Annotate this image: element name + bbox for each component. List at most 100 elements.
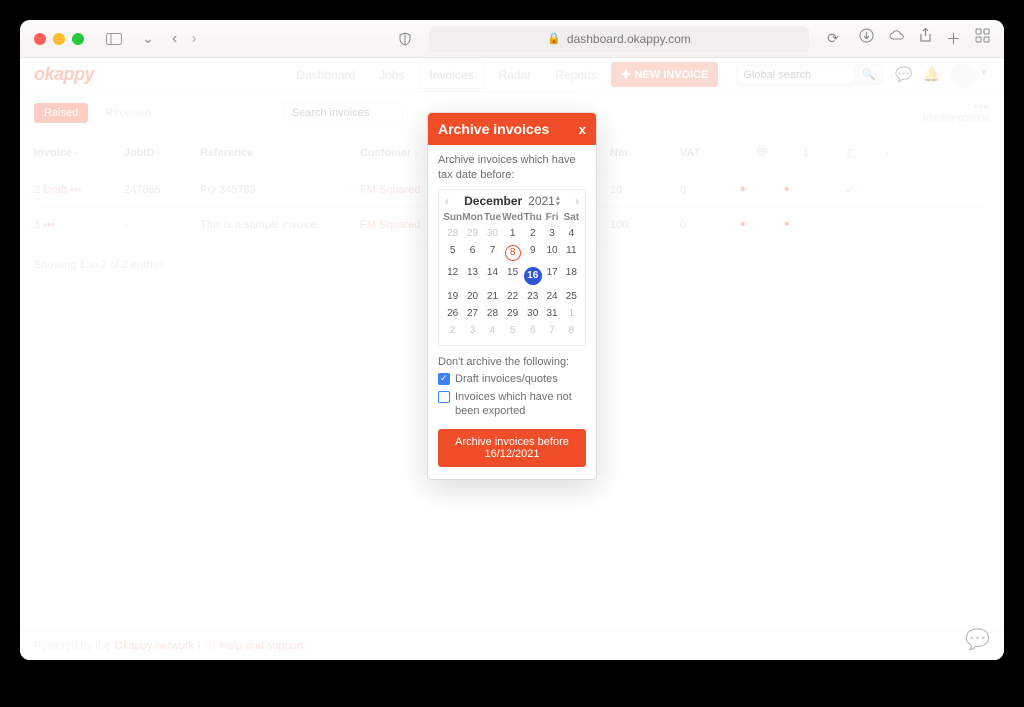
global-search-button[interactable]: 🔍 bbox=[856, 64, 883, 85]
calendar-day[interactable]: 27 bbox=[462, 305, 483, 322]
nav-jobs[interactable]: Jobs bbox=[369, 62, 414, 88]
th-download-icon[interactable]: ⬇ bbox=[784, 145, 828, 161]
reload-icon[interactable]: ⟳ bbox=[823, 29, 843, 49]
calendar-day[interactable]: 19 bbox=[443, 288, 462, 305]
datepicker-month[interactable]: December bbox=[464, 194, 522, 208]
th-print-icon[interactable]: 🖶 bbox=[740, 142, 784, 164]
calendar-day: 3 bbox=[462, 322, 483, 339]
modal-close-button[interactable]: x bbox=[579, 122, 586, 137]
calendar-day[interactable]: 8 bbox=[502, 242, 523, 264]
cell-print-status[interactable]: • bbox=[740, 181, 784, 199]
nav-dashboard[interactable]: Dashboard bbox=[286, 62, 365, 88]
th-vat[interactable]: VAT bbox=[680, 147, 740, 159]
calendar-day[interactable]: 30 bbox=[523, 305, 542, 322]
new-invoice-button[interactable]: ✚NEW INVOICE bbox=[611, 62, 718, 87]
user-avatar[interactable] bbox=[950, 62, 976, 88]
calendar-day[interactable]: 25 bbox=[562, 288, 581, 305]
nav-reports[interactable]: Reports bbox=[545, 62, 607, 88]
exclude-unexported-checkbox[interactable] bbox=[438, 391, 450, 403]
datepicker-year[interactable]: 2021 ▴▾ bbox=[528, 194, 560, 208]
calendar-day[interactable]: 26 bbox=[443, 305, 462, 322]
th-reference[interactable]: Reference bbox=[200, 147, 360, 159]
th-invoice[interactable]: Invoice bbox=[34, 147, 124, 159]
sidebar-toggle-icon[interactable] bbox=[100, 29, 128, 49]
calendar-day[interactable]: 17 bbox=[542, 264, 561, 288]
chevron-down-icon[interactable]: ⌄ bbox=[138, 29, 158, 49]
exclude-unexported-row[interactable]: Invoices which have not been exported bbox=[438, 390, 586, 419]
minimize-window-button[interactable] bbox=[53, 33, 65, 45]
chat-bubble-icon[interactable]: 💬 bbox=[965, 627, 990, 652]
bell-icon[interactable]: 🔔 bbox=[923, 66, 940, 83]
url-text: dashboard.okappy.com bbox=[567, 32, 691, 46]
dow-header: Sat bbox=[562, 210, 581, 225]
cloud-icon[interactable] bbox=[888, 28, 905, 49]
cell-invoice[interactable]: 2 Draft ••• bbox=[34, 184, 124, 196]
cell-net: 10 bbox=[610, 184, 680, 196]
calendar-day[interactable]: 4 bbox=[562, 225, 581, 242]
calendar-day[interactable]: 13 bbox=[462, 264, 483, 288]
cell-check[interactable]: ✓ bbox=[828, 182, 872, 198]
calendar-day[interactable]: 20 bbox=[462, 288, 483, 305]
chat-icon[interactable]: 💬 bbox=[895, 66, 912, 83]
calendar-day[interactable]: 23 bbox=[523, 288, 542, 305]
calendar-day: 4 bbox=[483, 322, 502, 339]
maximize-window-button[interactable] bbox=[72, 33, 84, 45]
calendar-day[interactable]: 3 bbox=[542, 225, 561, 242]
exclude-drafts-checkbox[interactable] bbox=[438, 373, 450, 385]
tab-raised[interactable]: Raised bbox=[34, 103, 88, 123]
calendar-day[interactable]: 18 bbox=[562, 264, 581, 288]
nav-back-button[interactable]: ‹ bbox=[172, 30, 177, 48]
prev-month-button[interactable]: ‹ bbox=[445, 194, 449, 208]
calendar-day[interactable]: 10 bbox=[542, 242, 561, 264]
next-month-button[interactable]: › bbox=[575, 194, 579, 208]
th-expand-icon[interactable]: › bbox=[872, 146, 902, 161]
tab-overview-icon[interactable] bbox=[975, 28, 990, 49]
calendar-day[interactable]: 7 bbox=[483, 242, 502, 264]
cell-jobid: - bbox=[124, 219, 200, 231]
th-net[interactable]: Net bbox=[610, 147, 680, 159]
footer-help-link[interactable]: Help and support bbox=[220, 640, 304, 652]
calendar-day[interactable]: 28 bbox=[483, 305, 502, 322]
cell-download-status[interactable]: • bbox=[784, 216, 828, 234]
calendar-day[interactable]: 12 bbox=[443, 264, 462, 288]
footer-network-link[interactable]: Okappy network bbox=[114, 640, 193, 652]
cell-download-status[interactable]: • bbox=[784, 181, 828, 199]
calendar-day[interactable]: 29 bbox=[502, 305, 523, 322]
calendar-day[interactable]: 2 bbox=[523, 225, 542, 242]
th-pound-icon[interactable]: £ bbox=[828, 146, 872, 161]
calendar-day[interactable]: 9 bbox=[523, 242, 542, 264]
calendar-day[interactable]: 15 bbox=[502, 264, 523, 288]
calendar-day[interactable]: 16 bbox=[523, 264, 542, 288]
invoice-options[interactable]: ••• Invoice options bbox=[923, 102, 990, 124]
privacy-shield-icon[interactable] bbox=[395, 29, 415, 49]
th-jobid[interactable]: JobID bbox=[124, 147, 200, 159]
address-bar[interactable]: 🔒 dashboard.okappy.com bbox=[429, 26, 809, 52]
calendar-day[interactable]: 24 bbox=[542, 288, 561, 305]
cell-print-status[interactable]: • bbox=[740, 216, 784, 234]
calendar-day[interactable]: 22 bbox=[502, 288, 523, 305]
calendar-day[interactable]: 11 bbox=[562, 242, 581, 264]
nav-forward-button[interactable]: › bbox=[191, 30, 196, 48]
footer-sep: | bbox=[198, 640, 201, 652]
tab-received[interactable]: Received bbox=[94, 102, 162, 124]
nav-radar[interactable]: Radar bbox=[489, 62, 542, 88]
logo[interactable]: okappy bbox=[34, 64, 94, 85]
calendar-day[interactable]: 14 bbox=[483, 264, 502, 288]
calendar-day[interactable]: 6 bbox=[462, 242, 483, 264]
share-icon[interactable] bbox=[919, 28, 932, 49]
download-icon[interactable] bbox=[859, 28, 874, 49]
datepicker: ‹ December 2021 ▴▾ › SunMonTueWedThuFriS… bbox=[438, 189, 586, 346]
new-tab-icon[interactable]: ＋ bbox=[946, 28, 961, 49]
nav-invoices[interactable]: Invoices bbox=[419, 61, 485, 89]
calendar-day[interactable]: 21 bbox=[483, 288, 502, 305]
calendar-day[interactable]: 1 bbox=[502, 225, 523, 242]
calendar-day[interactable]: 5 bbox=[443, 242, 462, 264]
cell-invoice[interactable]: 1 ••• bbox=[34, 219, 124, 231]
calendar-day: 2 bbox=[443, 322, 462, 339]
search-invoices-input[interactable] bbox=[283, 102, 403, 124]
close-window-button[interactable] bbox=[34, 33, 46, 45]
archive-submit-button[interactable]: Archive invoices before 16/12/2021 bbox=[438, 429, 586, 467]
calendar-day[interactable]: 31 bbox=[542, 305, 561, 322]
exclude-drafts-row[interactable]: Draft invoices/quotes bbox=[438, 372, 586, 386]
global-search-input[interactable] bbox=[736, 65, 856, 85]
